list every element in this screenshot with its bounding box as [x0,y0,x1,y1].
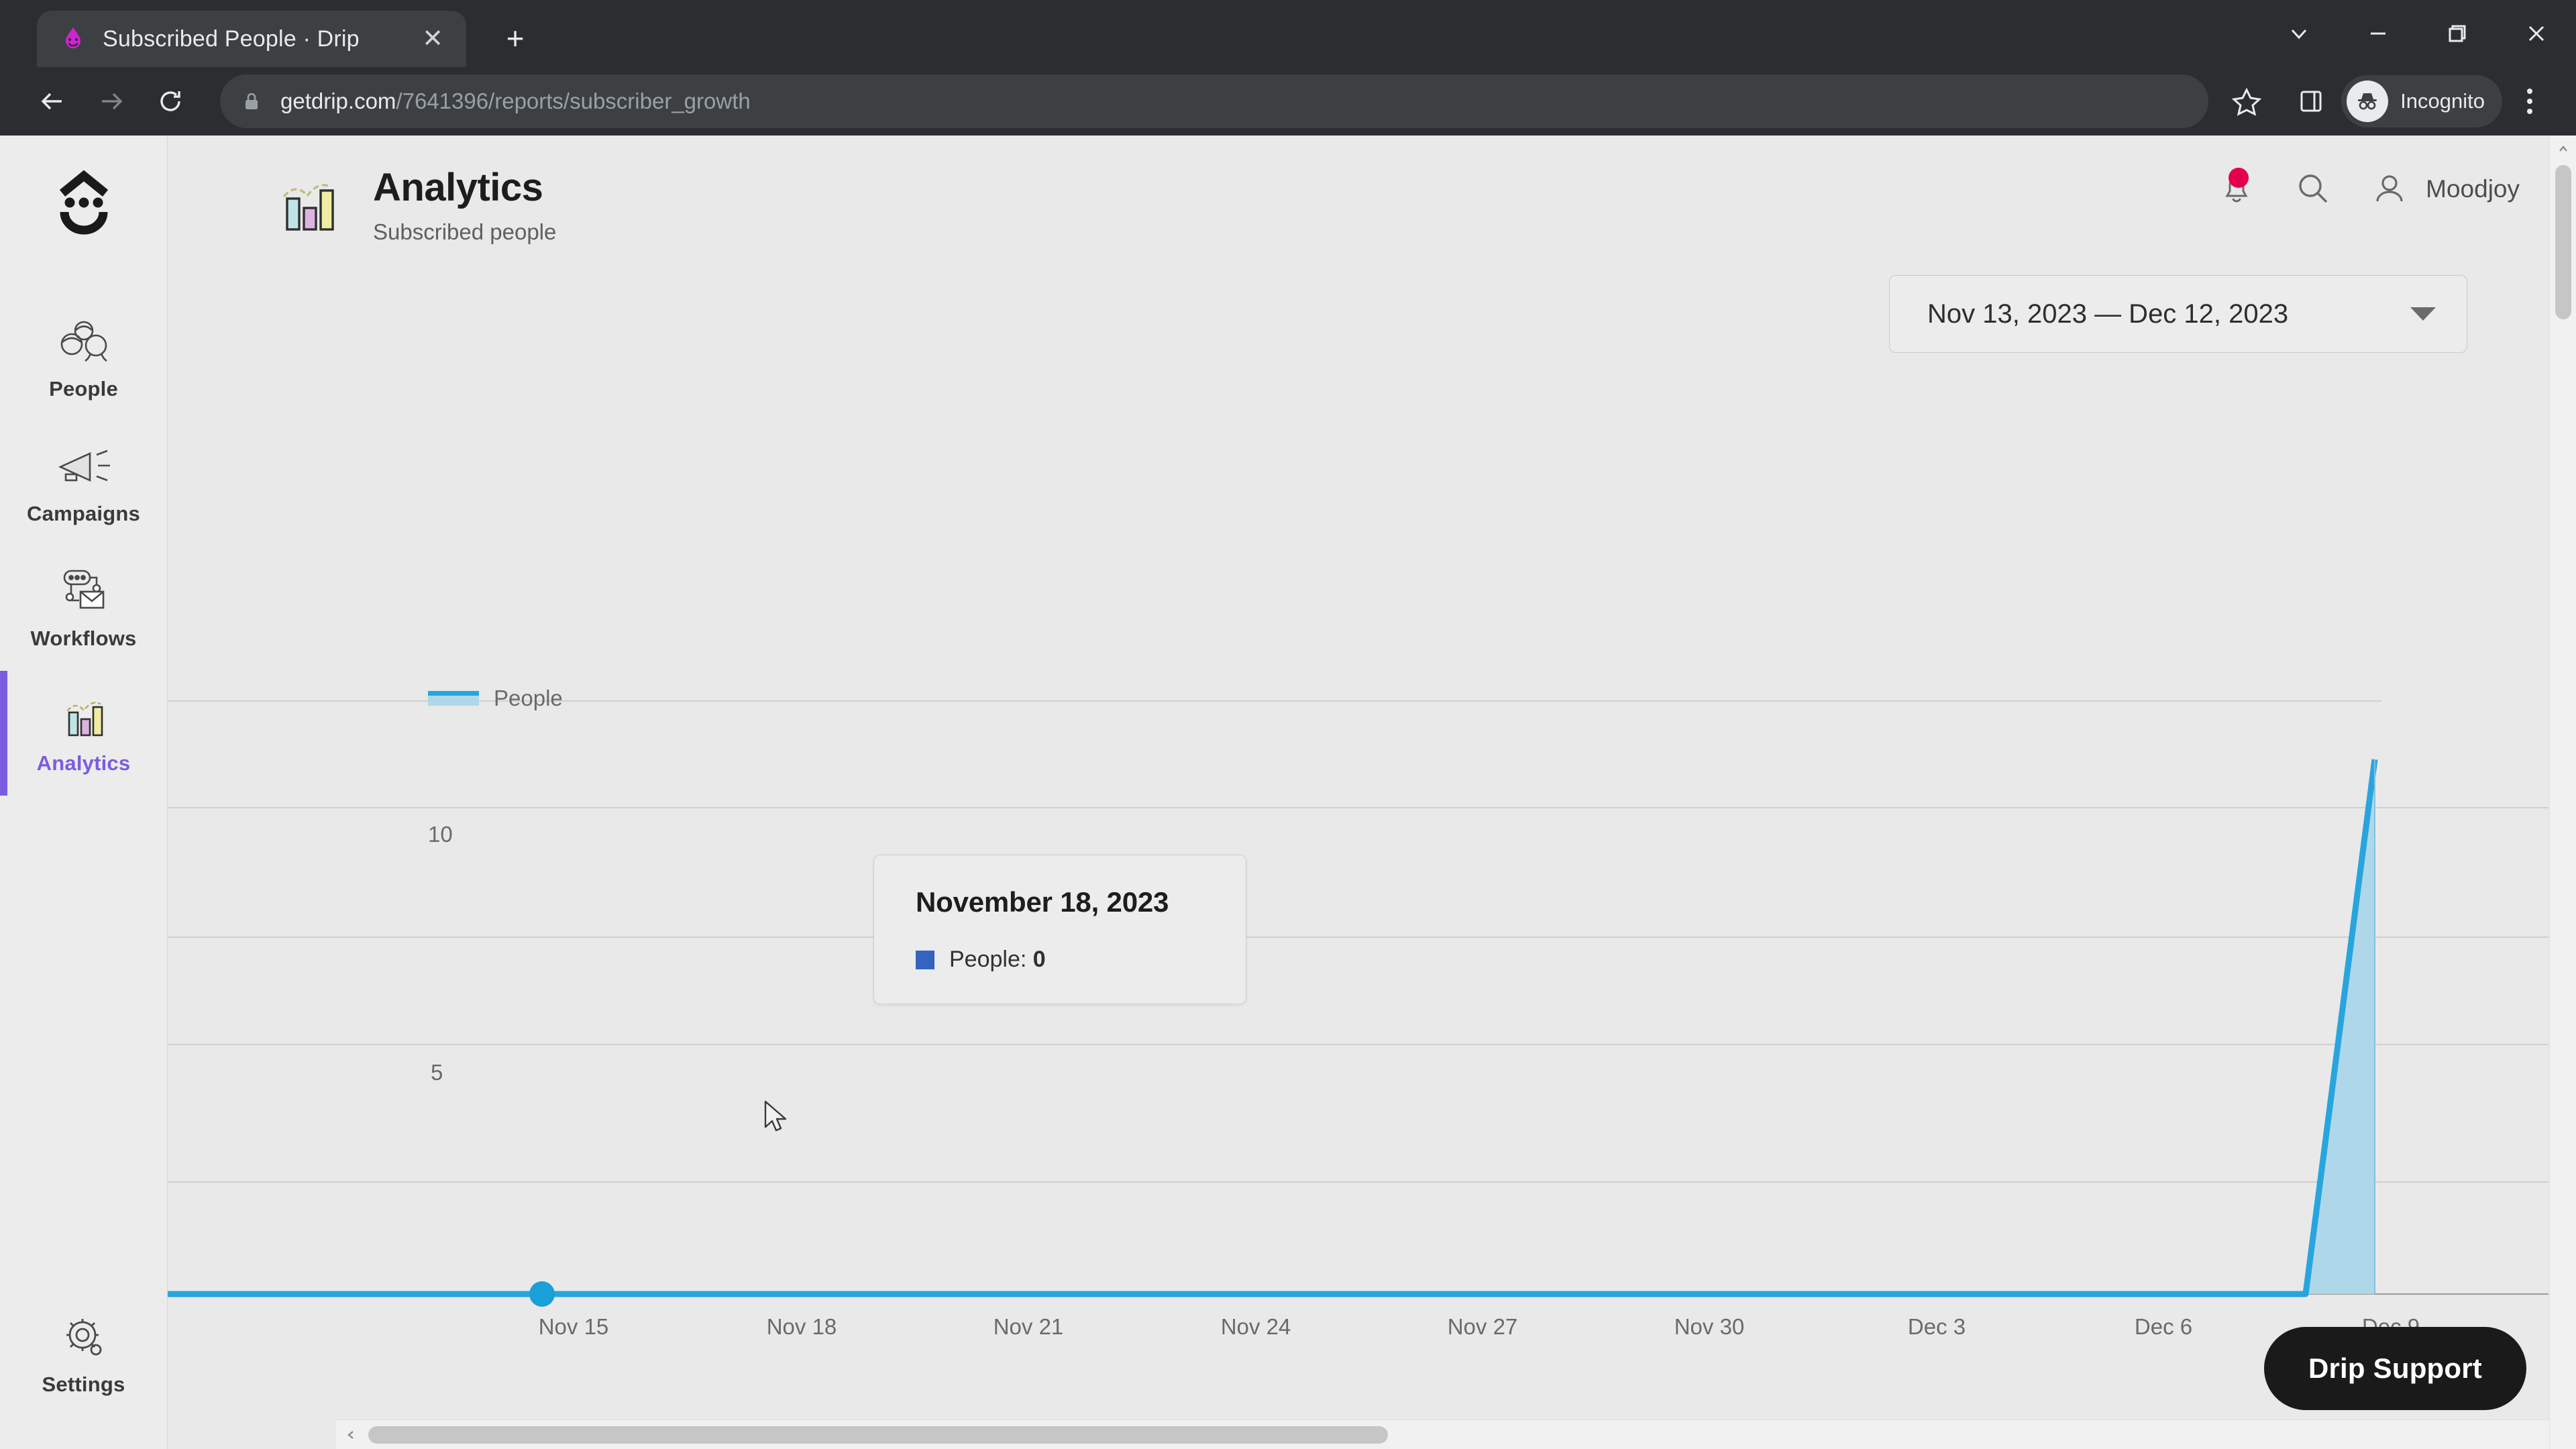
sidebar-item-label: Workflows [30,627,137,650]
analytics-bars-icon [275,170,350,235]
browser-window: Subscribed People · Drip ✕ + getdrip.com… [0,0,2576,1449]
page-title: Analytics [373,166,543,209]
browser-tab[interactable]: Subscribed People · Drip ✕ [37,11,466,67]
sidebar-item-label: Analytics [36,751,131,775]
chart-data-point [529,1281,555,1307]
account-menu[interactable]: Moodjoy [2368,168,2520,211]
chart-area-fill [168,759,2375,1294]
account-name: Moodjoy [2426,175,2520,203]
people-icon [53,317,115,368]
browser-toolbar: getdrip.com/7641396/reports/subscriber_g… [0,67,2576,136]
x-axis-tick-7: Dec 6 [2134,1314,2193,1339]
profile-label: Incognito [2400,89,2485,113]
tab-strip: Subscribed People · Drip ✕ + [0,0,2576,67]
back-arrow-icon[interactable] [23,72,82,131]
tooltip-value-text: People: 0 [949,947,1046,972]
y-axis-tick-10: 10 [428,822,453,847]
sidebar-item-campaigns[interactable]: Campaigns [0,421,168,546]
chart-legend: People [428,686,563,711]
page-header-text: Analytics Subscribed people [373,158,556,245]
search-icon[interactable] [2292,168,2334,211]
notification-badge [2229,168,2249,188]
url-text: getdrip.com/7641396/reports/subscriber_g… [280,89,751,114]
sidebar-item-people[interactable]: People [0,297,168,421]
reload-arrow-icon[interactable] [141,72,200,131]
header-actions: Moodjoy [2215,168,2520,211]
drip-logo-icon [60,25,87,52]
chart-tooltip: November 18, 2023 People: 0 [873,855,1246,1004]
bar-chart-icon [53,691,115,742]
kebab-menu-icon[interactable] [2506,75,2553,127]
forward-arrow-icon[interactable] [82,72,141,131]
x-axis-tick-5: Nov 30 [1674,1314,1745,1339]
sidebar-item-workflows[interactable]: Workflows [0,546,168,671]
x-axis-tick-3: Nov 24 [1220,1314,1291,1339]
tooltip-series-label: People [949,947,1020,972]
sidebar-item-analytics[interactable]: Analytics [0,671,168,796]
star-icon[interactable] [2223,78,2270,125]
chart-line [168,759,2378,1297]
tooltip-date: November 18, 2023 [916,886,1169,918]
legend-label-people: People [494,686,563,710]
scroll-up-arrow[interactable] [2557,136,2570,162]
address-bar[interactable]: getdrip.com/7641396/reports/subscriber_g… [220,74,2209,128]
x-axis-tick-4: Nov 27 [1447,1314,1518,1339]
close-window-icon[interactable] [2497,0,2576,67]
subscriber-growth-chart [168,652,2576,1449]
workflow-icon [53,566,115,617]
gear-icon [53,1312,115,1363]
tooltip-value: 0 [1032,947,1046,972]
scroll-left-arrow[interactable] [336,1428,366,1442]
window-controls [2259,0,2576,67]
x-axis-tick-1: Nov 18 [766,1314,837,1339]
date-range-label: Nov 13, 2023 — Dec 12, 2023 [1927,299,2289,329]
legend-line [428,691,479,696]
lock-icon [240,90,263,113]
chevron-down-icon [2410,307,2436,321]
vertical-scroll-thumb[interactable] [2555,165,2571,319]
incognito-icon [2347,80,2389,122]
sidebar-item-settings[interactable]: Settings [0,1292,168,1417]
person-icon [2368,168,2411,211]
bell-icon[interactable] [2215,168,2258,211]
x-axis-tick-2: Nov 21 [993,1314,1064,1339]
app-sidebar: People Campaigns Workflows Analytics Set… [0,136,168,1449]
horizontal-scroll-thumb[interactable] [368,1426,1388,1444]
x-axis-tick-6: Dec 3 [1907,1314,1966,1339]
close-icon[interactable]: ✕ [415,21,450,56]
y-axis-tick-5: 5 [431,1060,443,1085]
new-tab-button[interactable]: + [492,15,539,62]
tab-title: Subscribed People · Drip [103,25,360,52]
drip-support-button[interactable]: Drip Support [2263,1327,2526,1410]
page-viewport: People Campaigns Workflows Analytics Set… [0,136,2576,1449]
main-content: Analytics Subscribed people Moodjoy Nov … [168,136,2576,1449]
tooltip-swatch [916,950,934,969]
tooltip-series-row: People: 0 [916,947,1246,973]
tab-search-chevron-icon[interactable] [2259,0,2339,67]
x-axis-tick-0: Nov 15 [538,1314,609,1339]
sidebar-item-label: Settings [42,1373,125,1396]
date-range-selector[interactable]: Nov 13, 2023 — Dec 12, 2023 [1889,275,2467,353]
sidebar-item-label: People [49,377,118,400]
megaphone-icon [53,441,115,492]
horizontal-scrollbar[interactable] [336,1419,2549,1449]
chart-gridlines [168,700,2548,1183]
sidebar-item-label: Campaigns [27,502,140,525]
vertical-scrollbar[interactable] [2549,136,2576,1449]
minimize-icon[interactable] [2339,0,2418,67]
mouse-cursor [763,1100,793,1135]
url-domain: getdrip.com [280,89,396,113]
legend-swatch-people [428,691,479,706]
side-panel-icon[interactable] [2285,75,2337,127]
profile-incognito-chip[interactable]: Incognito [2341,75,2502,127]
url-path: /7641396/reports/subscriber_growth [396,89,751,113]
legend-fill [428,696,479,706]
page-subtitle: Subscribed people [373,219,557,244]
drip-smiley-logo-icon[interactable] [46,164,121,239]
restore-icon[interactable] [2418,0,2497,67]
